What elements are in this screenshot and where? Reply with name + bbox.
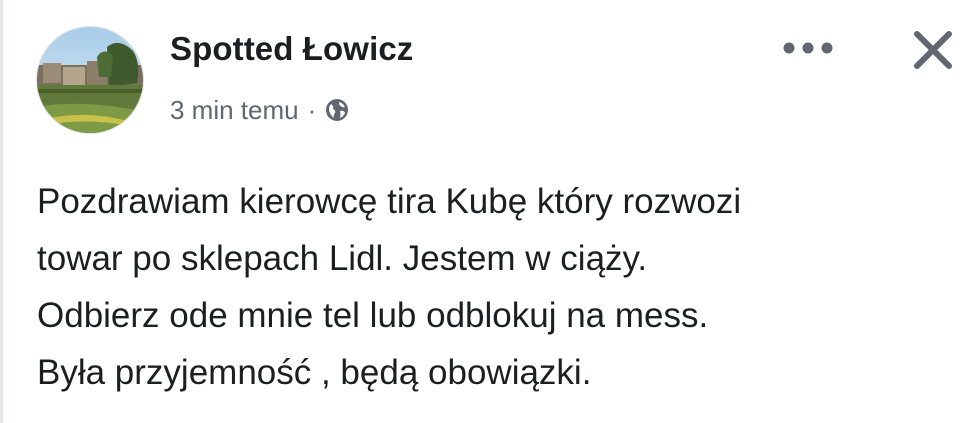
post-text-line: Pozdrawiam kierowcę tira Kubę który rozw…: [37, 182, 742, 221]
close-icon: [914, 31, 952, 69]
more-options-icon: [783, 42, 833, 54]
post-meta: 3 min temu ·: [170, 92, 350, 128]
post-card: Spotted Łowicz 3 min temu · Pozdrawiam k…: [0, 0, 975, 423]
avatar-photo: [37, 27, 143, 133]
more-options-button[interactable]: [776, 28, 840, 68]
post-text-line: Była przyjemność , będą obowiązki.: [37, 353, 592, 392]
globe-icon[interactable]: [324, 97, 350, 123]
post-text-line: towar po sklepach Lidl. Jestem w ciąży.: [37, 239, 648, 278]
post-timestamp[interactable]: 3 min temu: [170, 95, 299, 126]
page-avatar[interactable]: [37, 27, 143, 133]
close-button[interactable]: [905, 22, 961, 78]
page-name[interactable]: Spotted Łowicz: [170, 30, 413, 68]
post-text-line: Odbierz ode mnie tel lub odblokuj na mes…: [37, 296, 709, 335]
card-border: [0, 0, 3, 423]
post-message: Pozdrawiam kierowcę tira Kubę który rozw…: [37, 173, 957, 401]
meta-separator: ·: [307, 94, 317, 125]
